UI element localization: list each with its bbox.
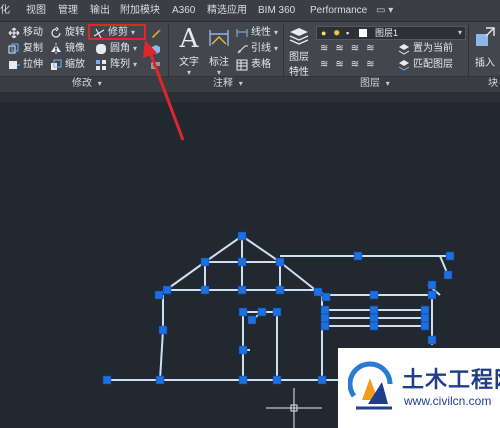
civilcn-logo-icon (347, 356, 398, 423)
watermark-url: www.civilcn.com (404, 394, 492, 408)
red-arrow-annotation (143, 40, 185, 141)
autocad-window: 化 视图 管理 输出 附加模块 A360 精选应用 BIM 360 Perfor… (0, 0, 500, 428)
watermark-title: 土木工程网 (402, 368, 500, 393)
crosshair-cursor (266, 388, 322, 428)
site-watermark: 土木工程网 www.civilcn.com (338, 348, 500, 428)
